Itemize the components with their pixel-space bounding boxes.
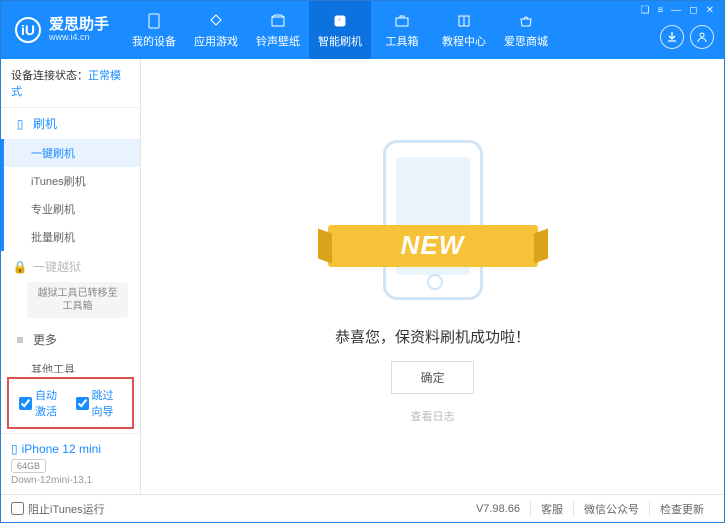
phone-icon: ▯ — [11, 442, 18, 456]
section-flash-label: 刷机 — [33, 115, 57, 132]
maximize-button[interactable]: ◻ — [689, 5, 697, 16]
minimize-button[interactable]: — — [671, 5, 681, 16]
device-name-text: iPhone 12 mini — [22, 442, 101, 456]
brand: iU 爱思助手 www.i4.cn — [1, 1, 123, 59]
lock-icon: 🔒 — [13, 260, 27, 274]
sidebar-item-flash-2[interactable]: 专业刷机 — [1, 195, 140, 223]
support-link[interactable]: 客服 — [530, 501, 573, 517]
nav-label: 爱思商城 — [504, 33, 548, 49]
window-controls: ❏ ≡ — ◻ ✕ — [640, 5, 714, 16]
nav-label: 应用游戏 — [194, 33, 238, 49]
sidebar-item-flash-0[interactable]: 一键刷机 — [1, 139, 140, 167]
sidebar-item-flash-3[interactable]: 批量刷机 — [1, 223, 140, 251]
checkbox-row-highlighted: 自动激活 跳过向导 — [7, 377, 134, 429]
connection-status: 设备连接状态：正常模式 — [1, 59, 140, 108]
device-icon — [145, 12, 163, 30]
status-bar: 阻止iTunes运行 V7.98.66 客服 微信公众号 检查更新 — [1, 494, 724, 522]
nav-apps[interactable]: 应用游戏 — [185, 1, 247, 59]
phone-illustration-icon — [383, 140, 483, 300]
nav-label: 我的设备 — [132, 33, 176, 49]
device-panel[interactable]: ▯ iPhone 12 mini 64GB Down-12mini-13,1 — [1, 433, 140, 494]
wechat-link[interactable]: 微信公众号 — [573, 501, 649, 517]
media-icon — [269, 12, 287, 30]
book-icon — [455, 12, 473, 30]
device-firmware: Down-12mini-13,1 — [11, 475, 130, 486]
sidebar-item-flash-1[interactable]: iTunes刷机 — [1, 167, 140, 195]
nav-tools[interactable]: 工具箱 — [371, 1, 433, 59]
version-label: V7.98.66 — [466, 503, 530, 515]
nav-media[interactable]: 铃声壁纸 — [247, 1, 309, 59]
section-jailbreak[interactable]: 🔒 一键越狱 — [1, 251, 140, 282]
app-subtitle: www.i4.cn — [49, 33, 109, 43]
device-name: ▯ iPhone 12 mini — [11, 442, 130, 456]
checkbox-auto-activate-input[interactable] — [19, 397, 32, 410]
tools-icon — [393, 12, 411, 30]
nav-label: 铃声壁纸 — [256, 33, 300, 49]
main-content: NEW 恭喜您，保资料刷机成功啦！ 确定 查看日志 — [141, 59, 724, 494]
check-update-link[interactable]: 检查更新 — [649, 501, 714, 517]
success-message: 恭喜您，保资料刷机成功啦！ — [335, 326, 530, 347]
checkbox-block-itunes-input[interactable] — [11, 502, 24, 515]
nav-label: 工具箱 — [386, 33, 419, 49]
checkbox-block-itunes[interactable]: 阻止iTunes运行 — [11, 501, 105, 517]
titlebar-right: ❏≡—◻✕ — [650, 1, 724, 59]
section-more[interactable]: ≡ 更多 — [1, 324, 140, 355]
nav-shop[interactable]: 爱思商城 — [495, 1, 557, 59]
checkbox-skip-guide-label: 跳过向导 — [92, 387, 123, 419]
phone-icon: ▯ — [13, 117, 27, 131]
close-button[interactable]: ✕ — [706, 5, 714, 16]
app-title: 爱思助手 — [49, 17, 109, 34]
new-ribbon: NEW — [328, 225, 538, 267]
checkbox-skip-guide[interactable]: 跳过向导 — [76, 387, 123, 419]
nav-device[interactable]: 我的设备 — [123, 1, 185, 59]
section-more-label: 更多 — [33, 331, 57, 348]
jailbreak-notice: 越狱工具已转移至 工具箱 — [27, 282, 128, 318]
nav-label: 智能刷机 — [318, 33, 362, 49]
checkbox-skip-guide-input[interactable] — [76, 397, 89, 410]
sidebar-item-more-0[interactable]: 其他工具 — [1, 355, 140, 373]
success-illustration: NEW — [328, 130, 538, 310]
menu-icon: ≡ — [13, 333, 27, 347]
download-button[interactable] — [660, 25, 684, 49]
apps-icon — [207, 12, 225, 30]
checkbox-block-itunes-label: 阻止iTunes运行 — [28, 501, 105, 517]
device-storage-badge: 64GB — [11, 459, 46, 473]
skin-button[interactable]: ❏ — [640, 5, 649, 16]
nav-label: 教程中心 — [442, 33, 486, 49]
section-flash[interactable]: ▯ 刷机 — [1, 108, 140, 139]
user-button[interactable] — [690, 25, 714, 49]
menu-button[interactable]: ≡ — [657, 5, 663, 16]
logo-icon: iU — [15, 17, 41, 43]
view-log-link[interactable]: 查看日志 — [411, 408, 455, 424]
nav-flash[interactable]: 智能刷机 — [309, 1, 371, 59]
flash-icon — [331, 12, 349, 30]
ok-button[interactable]: 确定 — [391, 361, 473, 394]
section-jailbreak-label: 一键越狱 — [33, 258, 81, 275]
title-bar: iU 爱思助手 www.i4.cn 我的设备 应用游戏 铃声壁纸 智能刷机 工具箱 教程中… — [1, 1, 724, 59]
checkbox-auto-activate[interactable]: 自动激活 — [19, 387, 66, 419]
nav-book[interactable]: 教程中心 — [433, 1, 495, 59]
shop-icon — [517, 12, 535, 30]
checkbox-auto-activate-label: 自动激活 — [35, 387, 66, 419]
connection-label: 设备连接状态： — [11, 70, 88, 82]
main-nav: 我的设备 应用游戏 铃声壁纸 智能刷机 工具箱 教程中心 爱思商城 — [123, 1, 650, 59]
sidebar: 设备连接状态：正常模式 ▯ 刷机 一键刷机iTunes刷机专业刷机批量刷机 🔒 … — [1, 59, 141, 494]
